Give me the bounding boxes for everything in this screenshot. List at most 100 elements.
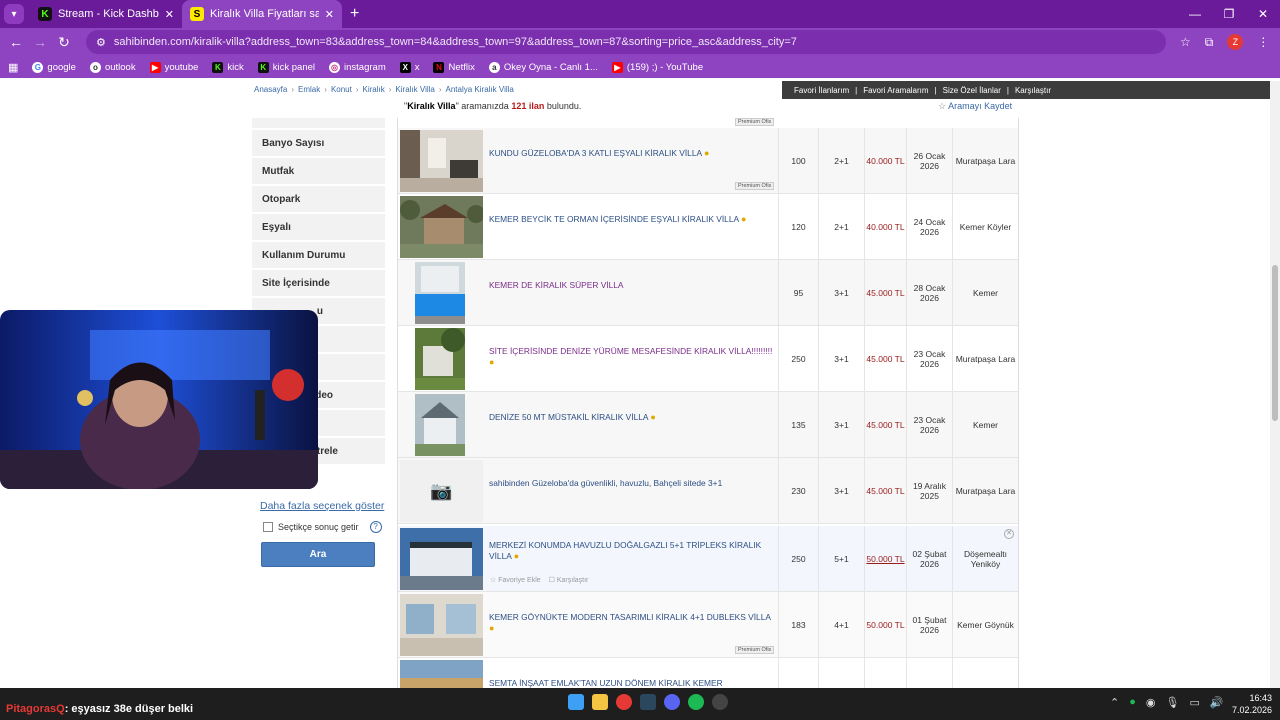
more-options-link[interactable]: Daha fazla seçenek göster xyxy=(260,500,384,512)
table-row[interactable]: MERKEZİ KONUMDA HAVUZLU DOĞALGAZLI 5+1 T… xyxy=(398,526,1018,592)
apps-grid-icon[interactable]: ▦ xyxy=(8,61,18,74)
volume-icon[interactable]: 🔊 xyxy=(1210,696,1224,709)
file-explorer-icon[interactable] xyxy=(592,694,608,710)
row-actions: ☆ Favoriye Ekle ☐ Karşılaştır xyxy=(490,576,588,584)
table-row[interactable]: KEMER GÖYNÜKTE MODERN TASARIMLI KİRALIK … xyxy=(398,592,1018,658)
table-row[interactable]: KEMER BEYCİK TE ORMAN İÇERİSİNDE EŞYALI … xyxy=(398,194,1018,260)
listing-photo[interactable] xyxy=(415,262,465,324)
filter-usage-status[interactable]: Kullanım Durumu xyxy=(252,242,385,270)
listing-title[interactable]: MERKEZİ KONUMDA HAVUZLU DOĞALGAZLI 5+1 T… xyxy=(489,540,775,562)
save-search-link[interactable]: ☆ Aramayı Kaydet xyxy=(938,101,1012,112)
extensions-icon[interactable]: ⧉ xyxy=(1205,35,1214,50)
bookmark-google[interactable]: Ggoogle xyxy=(32,61,76,73)
filter-parking[interactable]: Otopark xyxy=(252,186,385,214)
breadcrumb-item[interactable]: Kiralık xyxy=(363,85,385,94)
add-favorite-button[interactable]: ☆ Favoriye Ekle xyxy=(490,576,541,584)
discord-icon[interactable] xyxy=(664,694,680,710)
breadcrumb-item[interactable]: Antalya Kiralık Villa xyxy=(446,85,514,94)
listing-title[interactable]: KEMER BEYCİK TE ORMAN İÇERİSİNDE EŞYALI … xyxy=(489,214,775,225)
search-button[interactable]: Ara xyxy=(261,542,375,567)
bookmark-star-icon[interactable]: ☆ xyxy=(1180,35,1191,49)
profile-avatar[interactable]: Z xyxy=(1227,34,1244,50)
spotify-icon[interactable] xyxy=(688,694,704,710)
bookmark-instagram[interactable]: ◎ instagram xyxy=(329,61,386,73)
menu-icon[interactable]: ⋮ xyxy=(1257,35,1269,49)
table-row[interactable]: SİTE İÇERİSİNDE DENİZE YÜRÜME MESAFESİND… xyxy=(398,326,1018,392)
listing-title[interactable]: sahibinden Güzeloba'da güvenlikli, havuz… xyxy=(489,478,775,489)
bookmark-netflix[interactable]: N Netflix xyxy=(433,61,475,73)
bookmark-kick-panel[interactable]: Kkick panel xyxy=(257,61,315,73)
listing-photo[interactable] xyxy=(415,328,465,390)
breadcrumb-item[interactable]: Emlak xyxy=(298,85,320,94)
page-scrollbar[interactable] xyxy=(1270,81,1280,688)
display-icon[interactable]: ▭ xyxy=(1189,696,1199,709)
listing-photo[interactable] xyxy=(400,130,483,192)
compare-checkbox[interactable]: ☐ Karşılaştır xyxy=(549,576,589,584)
listing-title[interactable]: KUNDU GÜZELOBA'DA 3 KATLI EŞYALI KİRALIK… xyxy=(489,148,775,159)
address-bar[interactable]: ⚙ sahibinden.com/kiralik-villa?address_t… xyxy=(86,30,1166,54)
separator: | xyxy=(855,85,858,95)
breadcrumb-item[interactable]: Konut xyxy=(331,85,352,94)
bookmark-okey[interactable]: a Okey Oyna - Canlı 1... xyxy=(488,61,598,73)
filter-in-complex[interactable]: Site İçerisinde xyxy=(252,270,385,298)
chrome-icon[interactable] xyxy=(616,694,632,710)
listing-photo[interactable] xyxy=(400,528,483,590)
scrollbar-thumb[interactable] xyxy=(1272,265,1278,421)
bookmark-youtube[interactable]: ▶ youtube xyxy=(149,61,198,73)
listing-photo[interactable] xyxy=(400,594,483,656)
tab-kick-dashboard[interactable]: K Stream - Kick Dashboard ✕ xyxy=(30,0,182,28)
table-row[interactable]: KEMER DE KİRALIK SÜPER VİLLA 95 3+1 45.0… xyxy=(398,260,1018,326)
bookmark-kick[interactable]: Kkick xyxy=(212,61,244,73)
tab-search-icon[interactable]: ▾ xyxy=(4,4,24,24)
bookmark-outlook[interactable]: o outlook xyxy=(89,61,136,73)
special-listings-link[interactable]: Size Özel İlanlar xyxy=(943,86,1001,95)
listing-title[interactable]: DENİZE 50 MT MÜSTAKİL KİRALIK VİLLA ● xyxy=(489,412,775,423)
new-tab-button[interactable]: + xyxy=(350,5,359,23)
listing-title-text: KEMER DE KİRALIK SÜPER VİLLA xyxy=(489,280,624,290)
compare-link[interactable]: Karşılaştır xyxy=(1015,86,1051,95)
auto-results-checkbox[interactable] xyxy=(263,522,273,532)
tab-sahibinden[interactable]: S Kiralık Villa Fiyatları sahibinden ✕ xyxy=(182,0,342,28)
steam-icon[interactable] xyxy=(640,694,656,710)
breadcrumb-item[interactable]: Anasayfa xyxy=(254,85,287,94)
listing-title[interactable]: KEMER GÖYNÜKTE MODERN TASARIMLI KİRALIK … xyxy=(489,612,775,634)
microphone-icon[interactable]: 🎙 xyxy=(1165,696,1179,709)
table-row[interactable]: SEMTA İNŞAAT EMLAK'TAN UZUN DÖNEM KİRALI… xyxy=(398,658,1018,690)
listing-photo[interactable] xyxy=(400,660,483,690)
filter-furnished[interactable]: Eşyalı xyxy=(252,214,385,242)
breadcrumb-item[interactable]: Kiralık Villa xyxy=(395,85,434,94)
close-tab-icon[interactable]: ✕ xyxy=(165,8,174,21)
reload-icon[interactable]: ↻ xyxy=(52,34,76,51)
filter-bathrooms[interactable]: Banyo Sayısı xyxy=(252,130,385,158)
table-row[interactable]: KUNDU GÜZELOBA'DA 3 KATLI EŞYALI KİRALIK… xyxy=(398,128,1018,194)
listing-photo-placeholder[interactable]: 📷 xyxy=(400,460,483,522)
table-row[interactable]: 📷 sahibinden Güzeloba'da güvenlikli, hav… xyxy=(398,458,1018,524)
filter-partial[interactable] xyxy=(252,118,385,130)
minimize-icon[interactable]: — xyxy=(1178,0,1212,28)
spotify-tray-icon[interactable]: ● xyxy=(1129,696,1136,709)
bookmark-x[interactable]: Xx xyxy=(399,61,419,73)
windows-start-icon[interactable] xyxy=(568,694,584,710)
listing-title[interactable]: KEMER DE KİRALIK SÜPER VİLLA xyxy=(489,280,775,291)
restore-icon[interactable]: ❐ xyxy=(1212,0,1246,28)
listing-m2: 135 xyxy=(778,392,818,458)
table-row[interactable]: DENİZE 50 MT MÜSTAKİL KİRALIK VİLLA ● 13… xyxy=(398,392,1018,458)
filter-kitchen[interactable]: Mutfak xyxy=(252,158,385,186)
tray-expand-icon[interactable]: ⌃ xyxy=(1110,696,1119,709)
fav-searches-link[interactable]: Favori Aramalarım xyxy=(863,86,928,95)
steam-tray-icon[interactable]: ◉ xyxy=(1146,696,1156,709)
system-clock[interactable]: 16:43 7.02.2026 xyxy=(1232,692,1272,716)
listing-photo[interactable] xyxy=(415,394,465,456)
listing-title[interactable]: SİTE İÇERİSİNDE DENİZE YÜRÜME MESAFESİND… xyxy=(489,346,775,368)
close-tab-icon[interactable]: ✕ xyxy=(325,8,334,21)
fav-listings-link[interactable]: Favori İlanlarım xyxy=(794,86,849,95)
forward-icon[interactable]: → xyxy=(28,34,52,50)
listing-photo[interactable] xyxy=(400,196,483,258)
bookmark-youtube-2[interactable]: ▶ (159) ;) - YouTube xyxy=(611,61,703,73)
close-window-icon[interactable]: ✕ xyxy=(1246,0,1280,28)
google-icon: G xyxy=(32,61,44,73)
obs-icon[interactable] xyxy=(712,694,728,710)
help-icon[interactable]: ? xyxy=(369,521,382,533)
site-info-icon[interactable]: ⚙ xyxy=(96,36,106,49)
back-icon[interactable]: ← xyxy=(4,34,28,50)
